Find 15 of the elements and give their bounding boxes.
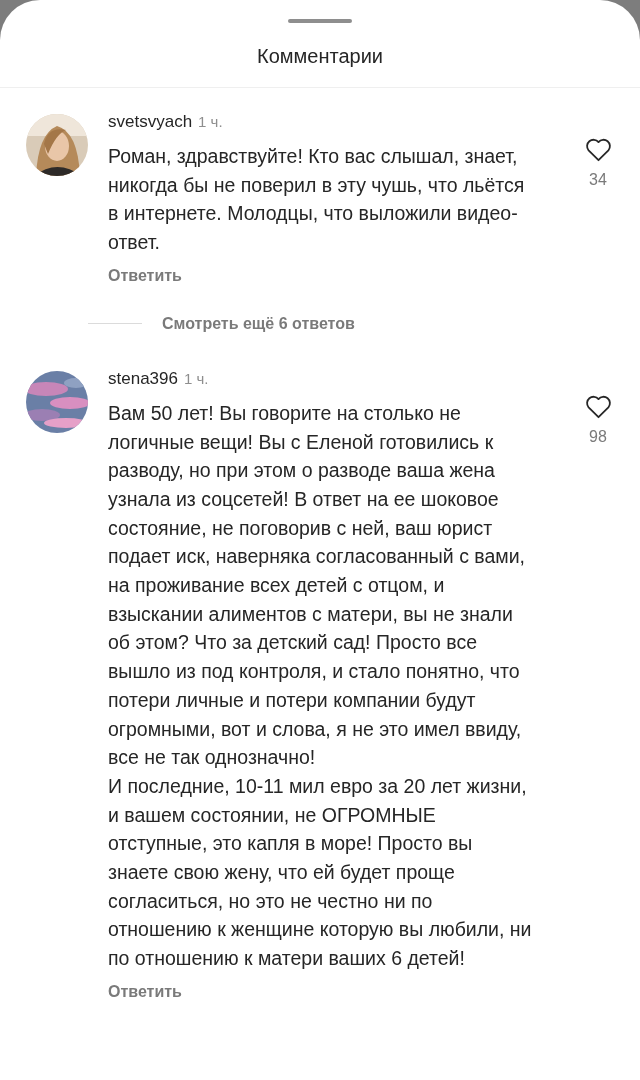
like-count: 34 (589, 171, 607, 189)
username[interactable]: stena396 (108, 368, 178, 389)
comment-text: Вам 50 лет! Вы говорите на столько не логичные вещи! Вы с Еленой готовились к разводу, но при этом о разводе ваша жена узнала из соцсетей! В ответ на ее шоковое состояние, не поговорив с ней, ваш юрист подает иск, наверняка согласованный с вами, на проживание всех детей с отцом, и взыскании алиментов с матери, вы не знали об этом? Что за детский сад! Просто все вышло из под контроля, и стало понятно, что потери личные и потери компании будут огромными, вот и слова, я не это имел ввиду, все не так однозначно! И последние, 10-11 мил евро за 20 лет жизни, и вашем состоянии, не ОГРОМНЫЕ отступные, это капля в море! Просто вы знаете свою жену, что ей будет проще согласиться, но это не честно ни по отношению к женщине которую вы любили, ни по отношению к матери ваших 6 детей! (108, 400, 533, 972)
reply-button[interactable]: Ответить (108, 266, 182, 285)
reply-button[interactable]: Ответить (108, 982, 182, 1001)
like-count: 98 (589, 427, 607, 446)
comment-time: 1 ч. (198, 113, 223, 130)
drag-handle[interactable] (288, 19, 352, 23)
view-replies-link[interactable]: Смотреть ещё 6 ответов (162, 314, 355, 333)
comment-text: Роман, здравствуйте! Кто вас слышал, знает, никогда бы не поверил в эту чушь, что льётся в интернете. Молодцы, что выложили видео-ответ. (108, 144, 526, 256)
comment-time: 1 ч. (183, 369, 209, 387)
sheet-title: Комментарии (0, 23, 640, 88)
username[interactable]: svetsvyach (108, 112, 193, 132)
heart-icon[interactable] (584, 137, 612, 162)
heart-icon[interactable] (584, 393, 612, 419)
